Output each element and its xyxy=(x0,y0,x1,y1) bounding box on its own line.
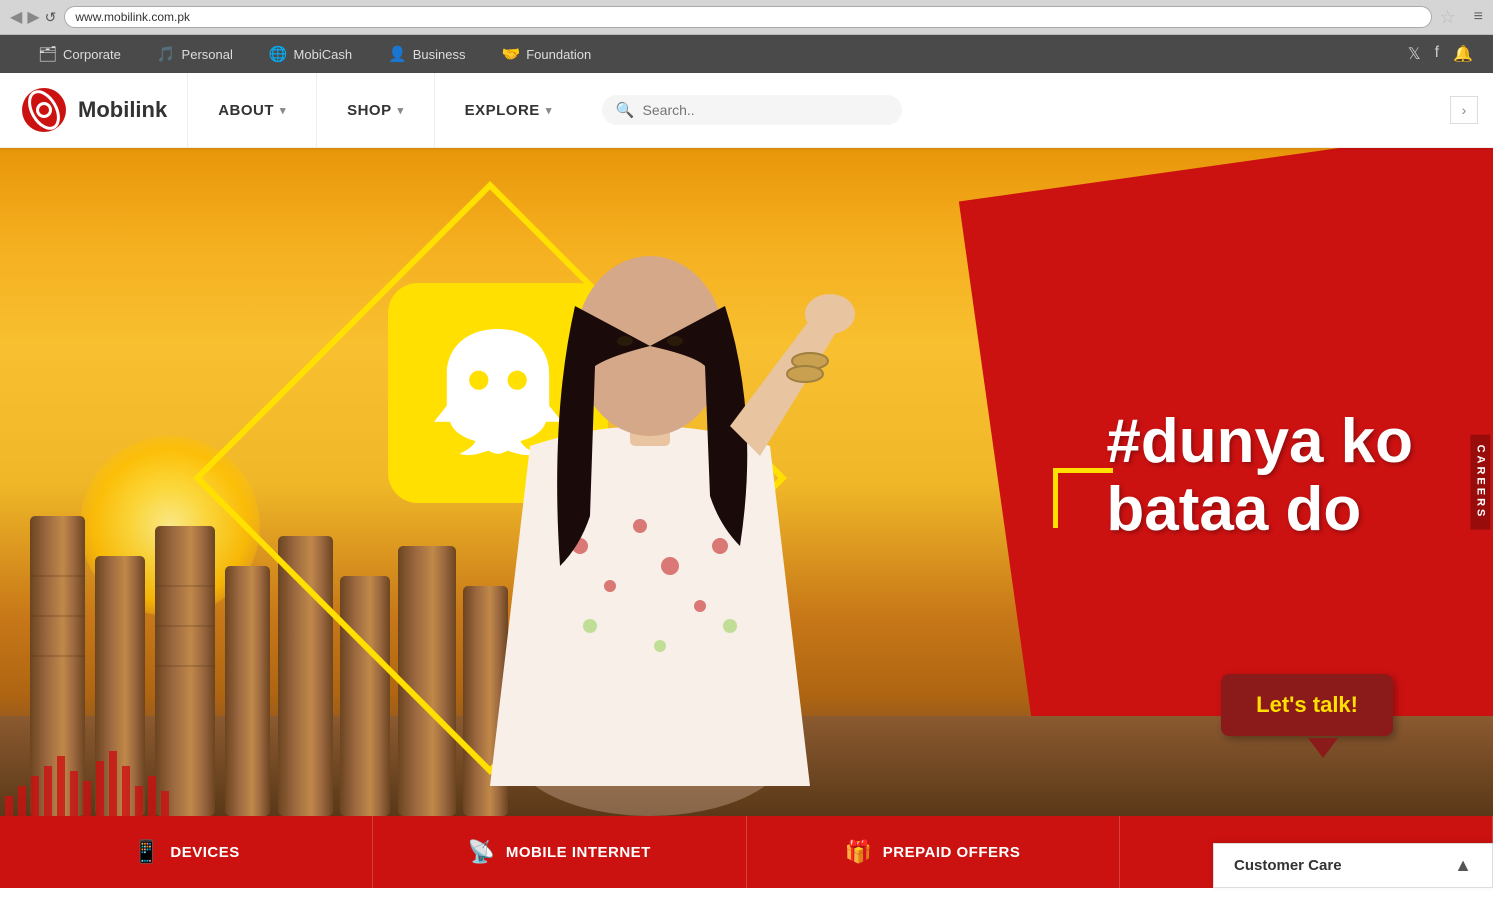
about-chevron: ▾ xyxy=(280,104,286,117)
personal-icon: 🎵 xyxy=(157,45,176,63)
top-nav-business[interactable]: 👤 Business xyxy=(370,45,483,63)
nav-shop[interactable]: SHOP ▾ xyxy=(316,73,434,147)
top-nav: 🗂 Corporate 🎵 Personal 🌐 MobiCash 👤 Busi… xyxy=(0,35,1493,73)
back-button[interactable]: ◀ xyxy=(10,7,22,27)
hashtag-line2: bataa do xyxy=(1106,476,1413,544)
bottom-nav-prepaid-offers[interactable]: 🎁 PREPAID OFFERS xyxy=(747,816,1120,888)
top-nav-personal[interactable]: 🎵 Personal xyxy=(139,45,251,63)
corporate-icon: 🗂 xyxy=(38,45,57,63)
nav-right-arrow[interactable]: › xyxy=(1450,96,1478,124)
devices-icon: 📱 xyxy=(132,839,160,865)
browser-nav: ◀ ▶ ↺ xyxy=(10,7,56,27)
main-nav: Mobilink ABOUT ▾ SHOP ▾ EXPLORE ▾ 🔍 › xyxy=(0,73,1493,148)
devices-label: DEVICES xyxy=(170,844,239,861)
browser-chrome: ◀ ▶ ↺ www.mobilink.com.pk ☆ ≡ xyxy=(0,0,1493,35)
top-nav-corporate[interactable]: 🗂 Corporate xyxy=(20,45,139,63)
menu-icon[interactable]: ≡ xyxy=(1474,8,1483,26)
hero-banner: #dunya ko bataa do xyxy=(0,148,1493,816)
prepaid-offers-label: PREPAID OFFERS xyxy=(883,844,1021,861)
social-icons: 𝕏 f 🔔 xyxy=(1408,44,1473,64)
lets-talk-label: Let's talk! xyxy=(1256,692,1358,717)
bookmark-icon[interactable]: ☆ xyxy=(1440,7,1456,28)
foundation-label: Foundation xyxy=(526,47,591,62)
lets-talk-arrow xyxy=(1308,738,1338,758)
notification-icon[interactable]: 🔔 xyxy=(1453,44,1473,64)
mobile-internet-label: MOBILE INTERNET xyxy=(506,844,651,861)
nav-about[interactable]: ABOUT ▾ xyxy=(187,73,316,147)
address-bar[interactable]: www.mobilink.com.pk xyxy=(64,6,1431,28)
forward-button[interactable]: ▶ xyxy=(27,7,39,27)
customer-care-arrow: ▲ xyxy=(1454,855,1472,876)
nav-explore[interactable]: EXPLORE ▾ xyxy=(434,73,582,147)
shop-label: SHOP xyxy=(347,102,392,119)
logo-text: Mobilink xyxy=(78,97,167,123)
customer-care-label: Customer Care xyxy=(1234,857,1342,874)
search-icon: 🔍 xyxy=(616,101,635,119)
search-input[interactable] xyxy=(643,102,888,118)
customer-care-dropdown[interactable]: Customer Care ▲ xyxy=(1213,843,1493,888)
business-label: Business xyxy=(413,47,466,62)
logo-area[interactable]: Mobilink xyxy=(0,86,187,134)
lets-talk-button[interactable]: Let's talk! xyxy=(1221,674,1393,736)
mobicash-top-icon: 🌐 xyxy=(269,45,288,63)
business-icon: 👤 xyxy=(388,45,407,63)
bottom-nav-devices[interactable]: 📱 DEVICES xyxy=(0,816,373,888)
hashtag-line1: #dunya ko xyxy=(1106,408,1413,476)
top-nav-mobicash[interactable]: 🌐 MobiCash xyxy=(251,45,370,63)
wave-decoration-svg xyxy=(0,716,280,816)
explore-chevron: ▾ xyxy=(546,104,552,117)
about-label: ABOUT xyxy=(218,102,274,119)
browser-icons: ≡ xyxy=(1474,8,1483,26)
facebook-icon[interactable]: f xyxy=(1435,44,1439,64)
personal-label: Personal xyxy=(182,47,233,62)
bottom-nav: 📱 DEVICES 📡 MOBILE INTERNET 🎁 PREPAID OF… xyxy=(0,816,1493,888)
hero-hashtag-text: #dunya ko bataa do xyxy=(1106,408,1413,544)
mobicash-top-label: MobiCash xyxy=(294,47,353,62)
nav-menu: ABOUT ▾ SHOP ▾ EXPLORE ▾ xyxy=(187,73,582,147)
shop-chevron: ▾ xyxy=(398,104,404,117)
prepaid-offers-icon: 🎁 xyxy=(845,839,873,865)
search-area[interactable]: 🔍 xyxy=(602,95,902,125)
bottom-nav-mobile-internet[interactable]: 📡 MOBILE INTERNET xyxy=(373,816,746,888)
top-nav-foundation[interactable]: 🤝 Foundation xyxy=(484,45,610,63)
mobile-internet-icon: 📡 xyxy=(468,839,496,865)
woman-figure-svg xyxy=(300,166,1000,816)
twitter-icon[interactable]: 𝕏 xyxy=(1408,44,1421,64)
careers-label[interactable]: CAREERS xyxy=(1471,435,1491,530)
foundation-icon: 🤝 xyxy=(502,45,521,63)
url-text: www.mobilink.com.pk xyxy=(75,10,190,24)
corporate-label: Corporate xyxy=(63,47,121,62)
explore-label: EXPLORE xyxy=(465,102,540,119)
mobilink-logo-icon xyxy=(20,86,68,134)
refresh-button[interactable]: ↺ xyxy=(45,9,57,26)
